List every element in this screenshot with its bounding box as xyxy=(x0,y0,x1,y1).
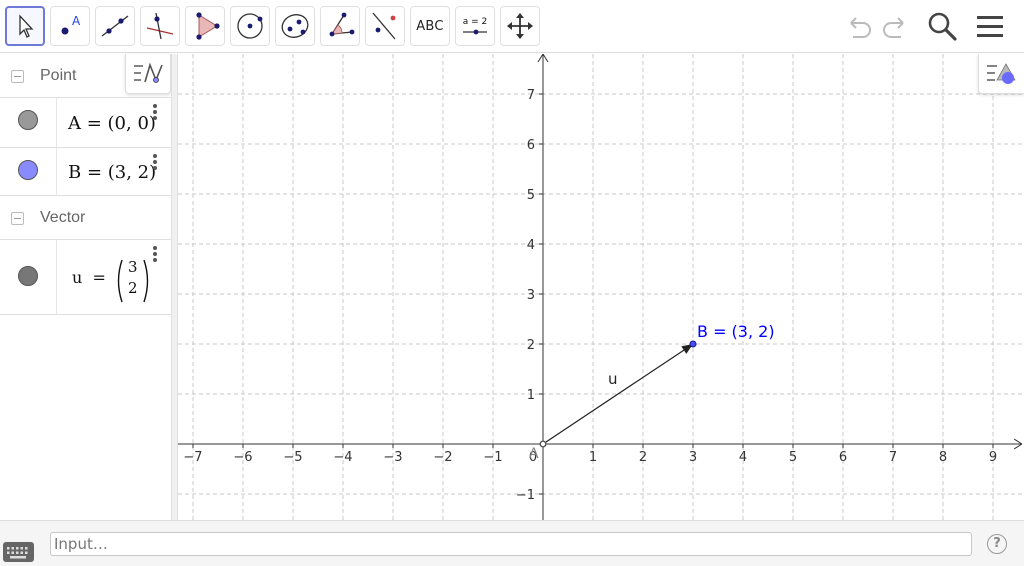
vector-u-label: u xyxy=(608,370,618,388)
redo-icon xyxy=(883,17,904,38)
more-options-icon[interactable] xyxy=(153,154,157,172)
vector-x-component: 3 xyxy=(128,258,138,276)
graphics-style-bar-toggle[interactable] xyxy=(978,54,1024,94)
line-icon xyxy=(101,15,129,37)
polygon-icon xyxy=(196,12,220,40)
toolbar: A ABC a = 2 xyxy=(0,0,1024,53)
y-tick-label: 4 xyxy=(527,238,535,253)
ellipse-icon xyxy=(281,14,309,38)
group-label: Vector xyxy=(40,209,86,226)
visibility-marker-u[interactable] xyxy=(18,266,38,286)
x-tick-label: −1 xyxy=(483,450,502,465)
search-button[interactable] xyxy=(922,6,962,46)
algebra-input-field[interactable] xyxy=(50,532,972,556)
undo-icon xyxy=(850,17,871,38)
circle-icon xyxy=(237,13,263,39)
vector-y-component: 2 xyxy=(128,279,138,297)
ellipse-tool-button[interactable] xyxy=(275,6,315,46)
polygon-tool-button[interactable] xyxy=(185,6,225,46)
x-tick-label: 9 xyxy=(989,450,997,465)
x-tick-label: −2 xyxy=(433,450,452,465)
circle-tool-button[interactable] xyxy=(230,6,270,46)
text-tool-button[interactable]: ABC xyxy=(410,6,450,46)
x-tick-label: −4 xyxy=(333,450,352,465)
input-bar: ? xyxy=(0,520,1024,566)
reflect-tool-button[interactable] xyxy=(365,6,405,46)
y-tick-label: 3 xyxy=(527,288,535,303)
cursor-arrow-icon xyxy=(19,14,34,38)
x-tick-label: −3 xyxy=(383,450,402,465)
point-B[interactable] xyxy=(689,340,697,348)
algebra-view: Point A = (0, 0) B = (3, 2) Vector u = 3… xyxy=(0,54,171,520)
algebra-style-bar-toggle[interactable] xyxy=(125,54,171,94)
perpendicular-line-icon xyxy=(146,12,174,40)
slider-icon: a = 2 xyxy=(463,17,488,35)
reflect-icon xyxy=(372,12,396,40)
algebra-text-B[interactable]: B = (3, 2) xyxy=(68,162,156,183)
y-tick-label: 7 xyxy=(527,88,535,103)
move-graphics-view-tool-button[interactable] xyxy=(500,6,540,46)
move-arrows-icon xyxy=(507,13,533,39)
x-tick-label: −6 xyxy=(233,450,252,465)
algebra-row-u[interactable]: u = 3 2 xyxy=(0,240,171,315)
point-icon: A xyxy=(61,14,81,35)
visibility-marker-B[interactable] xyxy=(18,160,38,180)
text-tool-label: ABC xyxy=(416,18,444,34)
algebra-description-icon xyxy=(134,62,163,83)
x-tick-label: 4 xyxy=(739,450,747,465)
x-tick-label: 5 xyxy=(789,450,797,465)
svg-text:a = 2: a = 2 xyxy=(463,17,488,27)
point-A[interactable] xyxy=(539,440,547,448)
x-tick-label: 7 xyxy=(889,450,897,465)
main-menu-button[interactable] xyxy=(970,6,1010,46)
slider-tool-button[interactable]: a = 2 xyxy=(455,6,495,46)
keyboard-icon[interactable] xyxy=(3,542,34,562)
y-tick-label: 6 xyxy=(527,138,535,153)
x-tick-label: 2 xyxy=(639,450,647,465)
y-tick-label: 5 xyxy=(527,188,535,203)
point-tool-button[interactable]: A xyxy=(50,6,90,46)
visibility-marker-A[interactable] xyxy=(18,110,38,130)
y-tick-label: −1 xyxy=(516,488,535,503)
algebra-row-B[interactable]: B = (3, 2) xyxy=(0,148,171,196)
more-options-icon[interactable] xyxy=(153,104,157,122)
algebra-row-A[interactable]: A = (0, 0) xyxy=(0,98,171,148)
vector-u[interactable] xyxy=(542,348,687,445)
vector-lhs[interactable]: u = xyxy=(72,268,106,287)
line-tool-button[interactable] xyxy=(95,6,135,46)
move-tool-button[interactable] xyxy=(5,6,45,46)
hamburger-menu-icon xyxy=(977,16,1003,37)
y-tick-label: 1 xyxy=(527,388,535,403)
y-tick-label: 2 xyxy=(527,338,535,353)
x-tick-label: −5 xyxy=(283,450,302,465)
x-tick-label: 6 xyxy=(839,450,847,465)
x-tick-label: 3 xyxy=(689,450,697,465)
search-icon xyxy=(928,12,957,41)
help-icon[interactable]: ? xyxy=(987,534,1007,554)
x-tick-label: 1 xyxy=(589,450,597,465)
group-header-vector[interactable]: Vector xyxy=(0,196,171,240)
algebra-text-A[interactable]: A = (0, 0) xyxy=(68,113,156,134)
svg-text:A: A xyxy=(72,14,81,28)
redo-button[interactable] xyxy=(876,6,916,46)
graphics-view[interactable]: −7 −6 −5 −4 −3 −2 −1 0 1 2 3 4 5 6 7 8 9 7 6 5 4 3 2 1 −1 u A B = (… xyxy=(178,54,1024,520)
perpendicular-line-tool-button[interactable] xyxy=(140,6,180,46)
angle-icon xyxy=(329,12,355,37)
point-A-label: A xyxy=(529,446,539,462)
point-B-label: B = (3, 2) xyxy=(697,322,775,341)
coordinate-plane[interactable]: −7 −6 −5 −4 −3 −2 −1 0 1 2 3 4 5 6 7 8 97654321−1uAB = (… xyxy=(178,54,1024,520)
angle-tool-button[interactable] xyxy=(320,6,360,46)
style-bar-icon xyxy=(987,63,1016,84)
undo-button[interactable] xyxy=(838,6,878,46)
x-tick-label: 8 xyxy=(939,450,947,465)
group-label: Point xyxy=(40,67,77,84)
more-options-icon[interactable] xyxy=(153,246,157,264)
view-divider[interactable] xyxy=(171,54,178,520)
collapse-icon[interactable] xyxy=(11,70,24,83)
x-tick-label: −7 xyxy=(183,450,202,465)
collapse-icon[interactable] xyxy=(11,212,24,225)
